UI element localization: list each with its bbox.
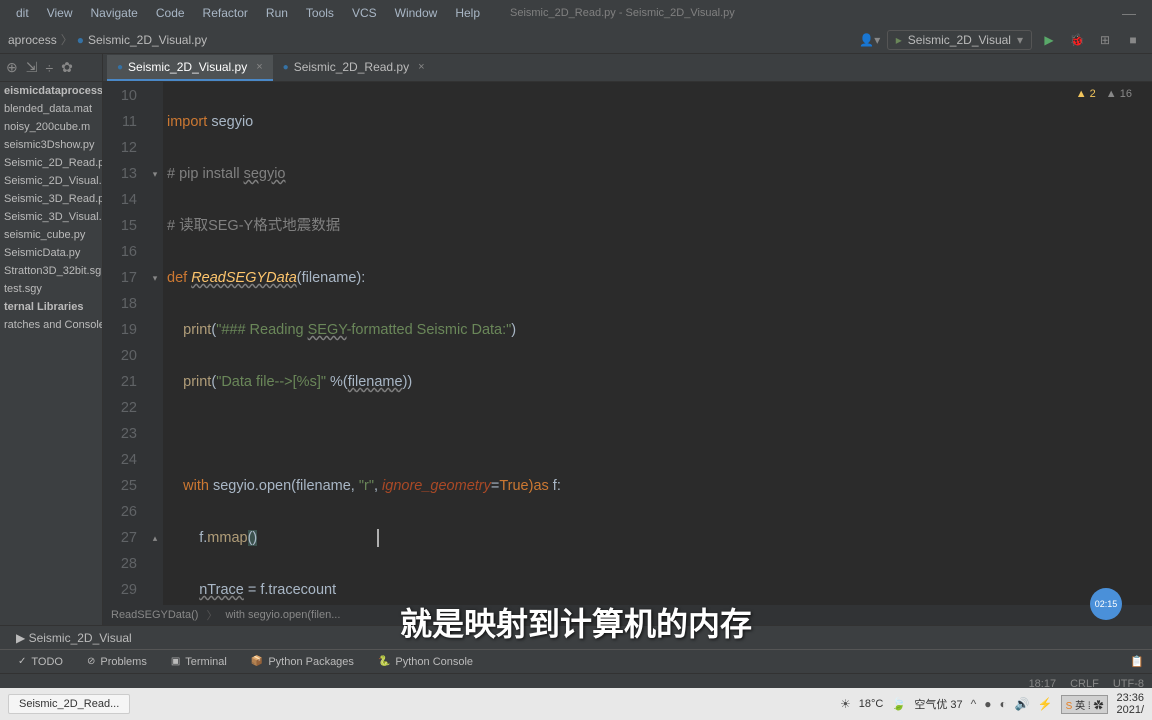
tray-icon-4[interactable]: ⚡ [1038, 697, 1053, 711]
user-icon[interactable]: 👤▾ [859, 29, 881, 51]
air-icon[interactable]: 🍃 [891, 697, 906, 711]
weak-warning-count[interactable]: ▲ 16 [1106, 88, 1132, 100]
windows-taskbar: Seismic_2D_Read... ☀ 18°C 🍃 空气优 37 ^ ● ◐… [0, 688, 1152, 720]
toolbar: aprocess 〉 ● Seismic_2D_Visual.py 👤▾ ▸ S… [0, 26, 1152, 54]
python-file-icon: ● [77, 33, 84, 47]
clock[interactable]: 23:362021/ [1116, 692, 1144, 716]
tool-python-packages[interactable]: 📦Python Packages [241, 654, 364, 670]
file-seismicdata[interactable]: SeismicData.py [0, 244, 102, 262]
menu-edit[interactable]: dit [8, 3, 37, 23]
line-gutter: 1011121314151617181920212223242526272829… [103, 82, 147, 605]
stop-button[interactable]: ■ [1122, 29, 1144, 51]
menu-view[interactable]: View [39, 3, 81, 23]
menu-refactor[interactable]: Refactor [195, 3, 256, 23]
inspection-hints[interactable]: ▲ 2 ▲ 16 [1076, 88, 1132, 100]
fold-with-icon[interactable]: ▾ [147, 265, 163, 291]
file-blended-data[interactable]: blended_data.mat [0, 100, 102, 118]
event-log-icon[interactable]: 📋 [1130, 655, 1144, 668]
file-seismic-cube[interactable]: seismic_cube.py [0, 226, 102, 244]
close-tab-icon[interactable]: × [418, 61, 424, 73]
tool-terminal[interactable]: ▣Terminal [161, 654, 237, 670]
air-quality: 空气优 37 [914, 696, 962, 712]
fold-function-icon[interactable]: ▾ [147, 161, 163, 187]
tool-problems[interactable]: ⊘Problems [77, 654, 157, 670]
weather-icon[interactable]: ☀ [840, 697, 851, 711]
sidebar-toolbar: ⊕ ⇲ ÷ ✿ [0, 54, 102, 82]
tray-icon-2[interactable]: ◐ [1000, 697, 1007, 711]
menu-code[interactable]: Code [148, 3, 193, 23]
menu-bar: dit View Navigate Code Refactor Run Tool… [0, 0, 1152, 26]
tray-icon-3[interactable]: 🔊 [1015, 697, 1030, 711]
toolbar-right: 👤▾ ▸ Seismic_2D_Visual ▾ ▶ 🐞 ⊞ ■ [859, 29, 1144, 51]
breadcrumb-with[interactable]: with segyio.open(filen... [225, 609, 340, 621]
tool-todo[interactable]: ✓TODO [8, 654, 73, 670]
python-icon: ● [283, 62, 289, 73]
project-tree[interactable]: eismicdataprocess D: blended_data.mat no… [0, 82, 102, 625]
run-configuration-select[interactable]: ▸ Seismic_2D_Visual ▾ [887, 30, 1032, 50]
breadcrumb: aprocess 〉 ● Seismic_2D_Visual.py [8, 31, 207, 48]
file-stratton3d[interactable]: Stratton3D_32bit.sg [0, 262, 102, 280]
menu-help[interactable]: Help [447, 3, 488, 23]
python-icon: ● [117, 62, 123, 73]
menu-window[interactable]: Window [387, 3, 446, 23]
debug-button[interactable]: 🐞 [1066, 29, 1088, 51]
file-seismic-3d-read[interactable]: Seismic_3D_Read.p [0, 190, 102, 208]
tab-seismic-2d-visual[interactable]: ● Seismic_2D_Visual.py × [107, 55, 273, 81]
config-icon: ▸ [896, 33, 902, 47]
menu-vcs[interactable]: VCS [344, 3, 385, 23]
minimize-button[interactable]: — [1114, 5, 1144, 21]
collapse-icon[interactable]: ÷ [45, 60, 53, 76]
fold-gutter: ▾ ▾ ▴ [147, 82, 163, 605]
close-tab-icon[interactable]: × [256, 61, 262, 73]
breadcrumb-project[interactable]: aprocess [8, 33, 57, 47]
editor-tabs: ● Seismic_2D_Visual.py × ● Seismic_2D_Re… [103, 54, 1152, 82]
run-tool-tab[interactable]: ▶ Seismic_2D_Visual [16, 631, 132, 645]
menu-run[interactable]: Run [258, 3, 296, 23]
window-title: Seismic_2D_Read.py - Seismic_2D_Visual.p… [510, 7, 735, 19]
scratches-consoles[interactable]: ratches and Console [0, 316, 102, 334]
text-cursor [377, 529, 379, 547]
breadcrumb-separator: 〉 [61, 31, 73, 48]
file-seismic-2d-read[interactable]: Seismic_2D_Read.p [0, 154, 102, 172]
settings-icon[interactable]: ✿ [61, 59, 73, 76]
ime-indicator[interactable]: S 英 ⁞ ✿ [1061, 695, 1109, 714]
weather-temp: 18°C [859, 698, 884, 710]
target-icon[interactable]: ⊕ [6, 59, 18, 76]
run-button[interactable]: ▶ [1038, 29, 1060, 51]
project-root[interactable]: eismicdataprocess D: [0, 82, 102, 100]
editor-area: ● Seismic_2D_Visual.py × ● Seismic_2D_Re… [103, 54, 1152, 625]
main-area: ⊕ ⇲ ÷ ✿ eismicdataprocess D: blended_dat… [0, 54, 1152, 625]
dropdown-icon: ▾ [1017, 33, 1023, 47]
external-libraries[interactable]: ternal Libraries [0, 298, 102, 316]
taskbar-tray: ☀ 18°C 🍃 空气优 37 ^ ● ◐ 🔊 ⚡ S 英 ⁞ ✿ 23:362… [840, 692, 1144, 716]
run-config-name: Seismic_2D_Visual [908, 33, 1011, 47]
expand-icon[interactable]: ⇲ [26, 59, 38, 76]
taskbar-app[interactable]: Seismic_2D_Read... [8, 694, 130, 714]
tool-python-console[interactable]: 🐍Python Console [368, 654, 483, 670]
warning-count[interactable]: ▲ 2 [1076, 88, 1096, 100]
project-sidebar: ⊕ ⇲ ÷ ✿ eismicdataprocess D: blended_dat… [0, 54, 103, 625]
tray-icon-1[interactable]: ● [984, 697, 991, 711]
run-with-coverage-button[interactable]: ⊞ [1094, 29, 1116, 51]
tab-seismic-2d-read[interactable]: ● Seismic_2D_Read.py × [273, 55, 435, 81]
subtitle-caption: 就是映射到计算机的内存 [400, 599, 752, 645]
tray-arrow-icon[interactable]: ^ [971, 697, 977, 711]
fold-end-icon[interactable]: ▴ [147, 525, 163, 551]
menu-navigate[interactable]: Navigate [82, 3, 145, 23]
timestamp-badge: 02:15 [1090, 588, 1122, 620]
file-noisy-cube[interactable]: noisy_200cube.m [0, 118, 102, 136]
file-test-sgy[interactable]: test.sgy [0, 280, 102, 298]
file-seismic3dshow[interactable]: seismic3Dshow.py [0, 136, 102, 154]
file-seismic-2d-visual[interactable]: Seismic_2D_Visual. [0, 172, 102, 190]
bottom-tool-tabs: ✓TODO ⊘Problems ▣Terminal 📦Python Packag… [0, 649, 1152, 673]
breadcrumb-function[interactable]: ReadSEGYData() [111, 609, 198, 621]
code-editor[interactable]: ▲ 2 ▲ 16 1011121314151617181920212223242… [103, 82, 1152, 605]
code-content[interactable]: import segyio # pip install segyio # 读取S… [163, 82, 1152, 605]
breadcrumb-file[interactable]: Seismic_2D_Visual.py [88, 33, 207, 47]
file-seismic-3d-visual[interactable]: Seismic_3D_Visual.p [0, 208, 102, 226]
menu-tools[interactable]: Tools [298, 3, 342, 23]
